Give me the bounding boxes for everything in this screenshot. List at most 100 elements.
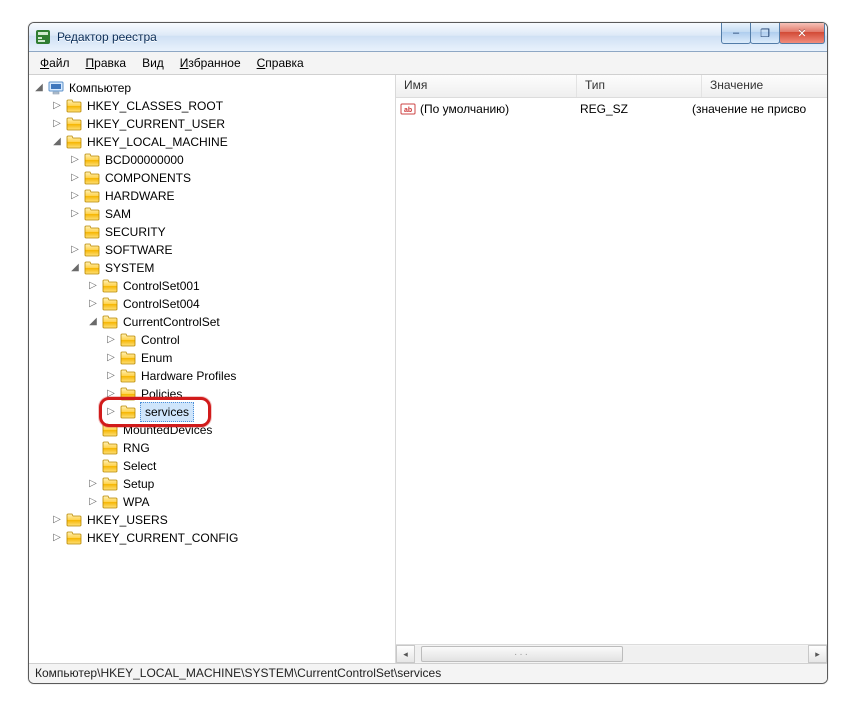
tree-node-enum[interactable]: ▷Enum [105,349,395,367]
tree-node-currentcontrolset[interactable]: ◢CurrentControlSet [87,313,395,331]
scroll-right-button[interactable]: ▸ [808,645,827,663]
tree-node-computer[interactable]: ◢ Компьютер [33,79,395,97]
expand-icon[interactable]: ▷ [69,187,81,205]
collapse-icon[interactable]: ◢ [51,133,63,151]
horizontal-scrollbar[interactable]: ◂ ··· ▸ [396,644,827,663]
folder-icon [120,333,136,347]
menu-file[interactable]: Файл [33,54,77,72]
string-value-icon [400,101,416,117]
scroll-left-button[interactable]: ◂ [396,645,415,663]
folder-icon [102,459,118,473]
close-button[interactable]: ✕ [779,23,825,44]
minimize-button[interactable]: – [721,23,751,44]
column-value[interactable]: Значение [702,75,827,97]
expand-icon[interactable]: ▷ [69,205,81,223]
folder-icon [102,297,118,311]
tree-node-wpa[interactable]: ▷WPA [87,493,395,511]
tree-node-cs004[interactable]: ▷ControlSet004 [87,295,395,313]
folder-icon [84,207,100,221]
folder-icon [102,477,118,491]
tree-node-services[interactable]: ▷services [105,403,395,421]
computer-icon [48,81,64,95]
tree-node-select[interactable]: ▷Select [87,457,395,475]
tree-node-system[interactable]: ◢SYSTEM [69,259,395,277]
titlebar[interactable]: Редактор реестра – ❐ ✕ [29,23,827,52]
tree-node-control[interactable]: ▷Control [105,331,395,349]
folder-icon [102,495,118,509]
expand-icon[interactable]: ▷ [105,349,117,367]
folder-icon [120,387,136,401]
column-name[interactable]: Имя [396,75,577,97]
tree-node-sam[interactable]: ▷SAM [69,205,395,223]
folder-icon [102,279,118,293]
folder-icon [102,315,118,329]
menu-edit[interactable]: Правка [79,54,134,72]
expand-icon[interactable]: ▷ [51,511,63,529]
expand-icon[interactable]: ▷ [69,169,81,187]
statusbar: Компьютер\HKEY_LOCAL_MACHINE\SYSTEM\Curr… [29,663,827,684]
window-title: Редактор реестра [57,30,157,44]
folder-icon [84,171,100,185]
menubar: Файл Правка Вид Избранное Справка [29,52,827,75]
folder-icon [84,189,100,203]
scroll-thumb[interactable]: ··· [421,646,623,662]
list-header[interactable]: Имя Тип Значение [396,75,827,98]
menu-help[interactable]: Справка [250,54,311,72]
tree-node-rng[interactable]: ▷RNG [87,439,395,457]
folder-icon [102,441,118,455]
folder-icon [84,153,100,167]
tree-node-policies[interactable]: ▷Policies [105,385,395,403]
folder-icon [84,225,100,239]
folder-icon [84,243,100,257]
tree-node-hku[interactable]: ▷HKEY_USERS [51,511,395,529]
column-type[interactable]: Тип [577,75,702,97]
expand-icon[interactable]: ▷ [87,493,99,511]
folder-icon [66,99,82,113]
collapse-icon[interactable]: ◢ [87,313,99,331]
tree-node-hkcr[interactable]: ▷HKEY_CLASSES_ROOT [51,97,395,115]
expand-icon[interactable]: ▷ [105,385,117,403]
menu-favorites[interactable]: Избранное [173,54,248,72]
expand-icon[interactable]: ▷ [51,115,63,133]
maximize-button[interactable]: ❐ [750,23,780,44]
expand-icon[interactable]: ▷ [51,97,63,115]
expand-icon[interactable]: ▷ [105,331,117,349]
tree-node-hardware-profiles[interactable]: ▷Hardware Profiles [105,367,395,385]
expand-icon[interactable]: ▷ [69,151,81,169]
scroll-track[interactable]: ··· [415,646,808,662]
list-row[interactable]: (По умолчанию) REG_SZ (значение не присв… [396,100,827,118]
expand-icon[interactable]: ▷ [105,367,117,385]
expand-icon[interactable]: ▷ [51,529,63,547]
tree-node-hkcc[interactable]: ▷HKEY_CURRENT_CONFIG [51,529,395,547]
tree-pane[interactable]: ◢ Компьютер ▷HKEY_CLASSES_ROOT ▷HKEY_CUR… [29,75,396,663]
expand-icon[interactable]: ▷ [87,277,99,295]
folder-icon [66,135,82,149]
tree-node-hklm[interactable]: ◢HKEY_LOCAL_MACHINE [51,133,395,151]
values-pane: Имя Тип Значение (По умолчанию) REG_SZ (… [396,75,827,663]
folder-icon [66,117,82,131]
tree-node-security[interactable]: ▷SECURITY [69,223,395,241]
tree-node-hardware[interactable]: ▷HARDWARE [69,187,395,205]
expand-icon[interactable]: ▷ [87,475,99,493]
regedit-icon [35,29,51,45]
expand-icon[interactable]: ▷ [105,403,117,421]
folder-icon [102,423,118,437]
folder-icon [66,513,82,527]
tree-node-hkcu[interactable]: ▷HKEY_CURRENT_USER [51,115,395,133]
tree-node-software[interactable]: ▷SOFTWARE [69,241,395,259]
folder-icon [66,531,82,545]
tree-node-components[interactable]: ▷COMPONENTS [69,169,395,187]
collapse-icon[interactable]: ◢ [33,79,45,97]
tree-node-cs001[interactable]: ▷ControlSet001 [87,277,395,295]
tree-node-mounteddevices[interactable]: ▷MountedDevices [87,421,395,439]
folder-icon [84,261,100,275]
expand-icon[interactable]: ▷ [69,241,81,259]
collapse-icon[interactable]: ◢ [69,259,81,277]
folder-icon [120,351,136,365]
expand-icon[interactable]: ▷ [87,295,99,313]
menu-view[interactable]: Вид [135,54,171,72]
tree-node-setup[interactable]: ▷Setup [87,475,395,493]
list-body[interactable]: (По умолчанию) REG_SZ (значение не присв… [396,98,827,644]
tree-node-bcd[interactable]: ▷BCD00000000 [69,151,395,169]
status-path: Компьютер\HKEY_LOCAL_MACHINE\SYSTEM\Curr… [35,666,441,680]
